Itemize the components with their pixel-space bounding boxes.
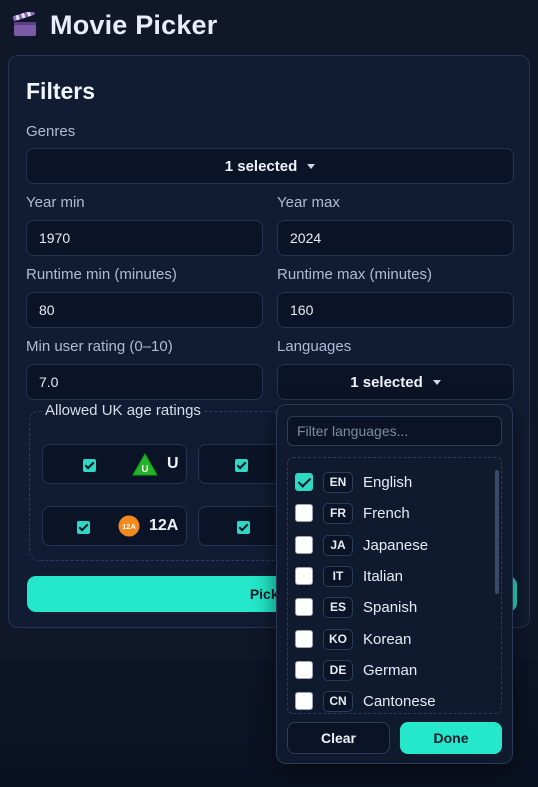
language-code-badge: FR: [323, 502, 353, 524]
runtime-max-label: Runtime max (minutes): [277, 266, 433, 283]
language-option[interactable]: JA Japanese: [295, 533, 428, 557]
svg-text:U: U: [141, 464, 148, 475]
language-option[interactable]: IT Italian: [295, 564, 403, 588]
language-name: Korean: [363, 630, 412, 648]
clapperboard-icon: [12, 12, 36, 36]
chevron-down-icon: [307, 164, 316, 169]
clear-button-label: Clear: [320, 730, 357, 746]
12a-rating-icon: 12A: [118, 515, 140, 537]
rating-15-checkbox[interactable]: [237, 521, 250, 534]
age-ratings-group: Allowed UK age ratings U U 12A 12A: [29, 402, 299, 561]
language-checkbox[interactable]: [295, 661, 313, 679]
age-ratings-legend: Allowed UK age ratings: [42, 402, 204, 419]
language-list-scrollbar[interactable]: [495, 466, 499, 706]
runtime-max-input[interactable]: 160: [277, 292, 514, 328]
done-button[interactable]: Done: [400, 722, 502, 754]
rating-option-12a[interactable]: 12A 12A: [42, 506, 187, 546]
language-option[interactable]: FR French: [295, 501, 410, 525]
language-code-badge: KO: [323, 628, 353, 650]
language-option[interactable]: CN Cantonese: [295, 689, 436, 713]
language-name: German: [363, 661, 418, 679]
min-rating-input[interactable]: 7.0: [26, 364, 263, 400]
language-option[interactable]: DE German: [295, 658, 417, 682]
language-checkbox[interactable]: [295, 598, 313, 616]
language-filter-input[interactable]: [287, 416, 502, 446]
rating-option-u[interactable]: U U: [42, 444, 187, 484]
language-name: Spanish: [363, 598, 418, 616]
year-max-label: Year max: [277, 194, 340, 211]
svg-text:12A: 12A: [122, 522, 136, 531]
language-option[interactable]: KO Korean: [295, 627, 411, 651]
runtime-min-input[interactable]: 80: [26, 292, 263, 328]
languages-select[interactable]: 1 selected: [277, 364, 514, 400]
clear-languages-button[interactable]: Clear: [287, 722, 390, 754]
runtime-min-label: Runtime min (minutes): [26, 266, 177, 283]
languages-label: Languages: [277, 338, 352, 355]
rating-12a-label: 12A: [149, 517, 179, 534]
language-code-badge: EN: [323, 471, 353, 493]
language-code-badge: IT: [323, 565, 353, 587]
app-header: Movie Picker: [12, 8, 218, 42]
scrollbar-thumb[interactable]: [495, 470, 499, 594]
language-name: Japanese: [363, 536, 429, 554]
year-max-input[interactable]: 2024: [277, 220, 514, 256]
done-button-label: Done: [433, 730, 469, 746]
language-name: French: [363, 504, 410, 522]
language-checkbox[interactable]: [295, 504, 313, 522]
min-rating-label: Min user rating (0–10): [26, 338, 173, 355]
language-checkbox[interactable]: [295, 567, 313, 585]
languages-dropdown: EN English FR French JA Japanese IT Ital…: [276, 404, 513, 764]
genres-select-value: 1 selected: [224, 157, 298, 175]
rating-pg-checkbox[interactable]: [235, 459, 248, 472]
language-checkbox[interactable]: [295, 630, 313, 648]
language-name: English: [363, 473, 413, 491]
app-title: Movie Picker: [50, 9, 218, 40]
language-options-list: EN English FR French JA Japanese IT Ital…: [287, 457, 502, 714]
language-checkbox[interactable]: [295, 692, 313, 710]
chevron-down-icon: [432, 380, 441, 385]
year-min-label: Year min: [26, 194, 85, 211]
language-code-badge: DE: [323, 659, 353, 681]
language-checkbox[interactable]: [295, 473, 313, 491]
rating-12a-checkbox[interactable]: [77, 521, 90, 534]
rating-u-label: U: [167, 455, 179, 472]
rating-u-checkbox[interactable]: [83, 459, 96, 472]
languages-select-value: 1 selected: [350, 373, 423, 391]
genres-select[interactable]: 1 selected: [26, 148, 514, 184]
language-option[interactable]: ES Spanish: [295, 595, 417, 619]
filters-title: Filters: [26, 78, 96, 104]
language-name: Italian: [363, 567, 404, 585]
language-code-badge: ES: [323, 596, 353, 618]
language-code-badge: CN: [323, 690, 353, 712]
language-option[interactable]: EN English: [295, 470, 412, 494]
language-code-badge: JA: [323, 534, 353, 556]
language-name: Cantonese: [363, 692, 436, 710]
genres-label: Genres: [26, 123, 76, 140]
year-min-input[interactable]: 1970: [26, 220, 263, 256]
language-checkbox[interactable]: [295, 536, 313, 554]
u-rating-icon: U: [132, 453, 158, 476]
